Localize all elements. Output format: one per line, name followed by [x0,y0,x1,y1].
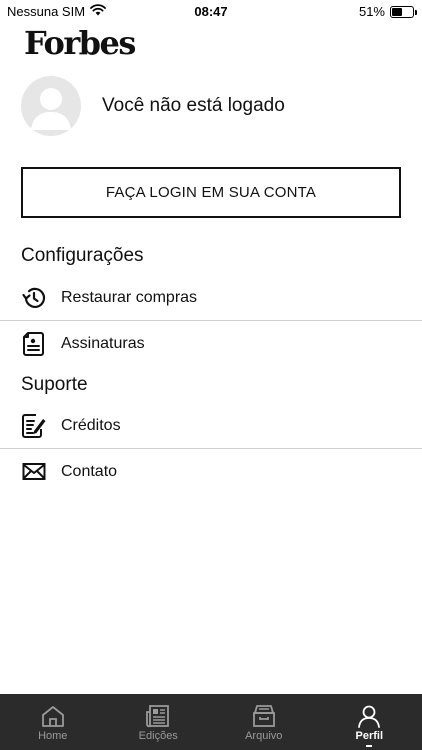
profile-row: Você não está logado [21,76,285,136]
tab-editions[interactable]: Edições [106,694,212,750]
credits-label: Créditos [61,417,121,434]
credits-icon [20,412,48,440]
tab-archive-label: Arquivo [245,730,283,742]
tab-profile[interactable]: Perfil [317,694,422,750]
user-icon [356,704,382,728]
login-status-text: Você não está logado [102,95,285,116]
restore-purchases-label: Restaurar compras [61,289,198,306]
credits-item[interactable]: Créditos [0,403,422,449]
home-icon [40,704,66,728]
contact-label: Contato [61,463,118,480]
subscriptions-item[interactable]: Assinaturas [0,321,422,367]
active-tab-indicator [366,745,373,747]
status-right: 51% [358,4,417,19]
support-section-title: Suporte [21,374,88,395]
mail-icon [20,458,48,486]
history-icon [20,284,48,312]
status-bar: Nessuna SIM 08:47 51% [0,0,422,22]
restore-purchases-item[interactable]: Restaurar compras [0,275,422,321]
user-placeholder-icon [31,88,71,130]
settings-section-title: Configurações [21,245,144,266]
archive-box-icon [251,704,277,728]
forbes-logo: Forbes [24,24,136,62]
newspaper-icon [145,704,171,728]
tab-editions-label: Edições [138,730,178,742]
battery-level [392,7,403,16]
battery-icon [390,5,417,18]
battery-percent: 51% [358,4,385,19]
login-button[interactable]: FAÇA LOGIN EM SUA CONTA [21,167,401,218]
tab-bar: Home Edições Arquivo Perfil [0,694,422,750]
contact-item[interactable]: Contato [0,449,422,495]
tab-home[interactable]: Home [0,694,106,750]
subscription-icon [20,330,48,358]
tab-profile-label: Perfil [355,730,383,742]
tab-home-label: Home [38,730,68,742]
subscriptions-label: Assinaturas [61,335,145,352]
avatar [21,76,81,136]
tab-archive[interactable]: Arquivo [211,694,317,750]
